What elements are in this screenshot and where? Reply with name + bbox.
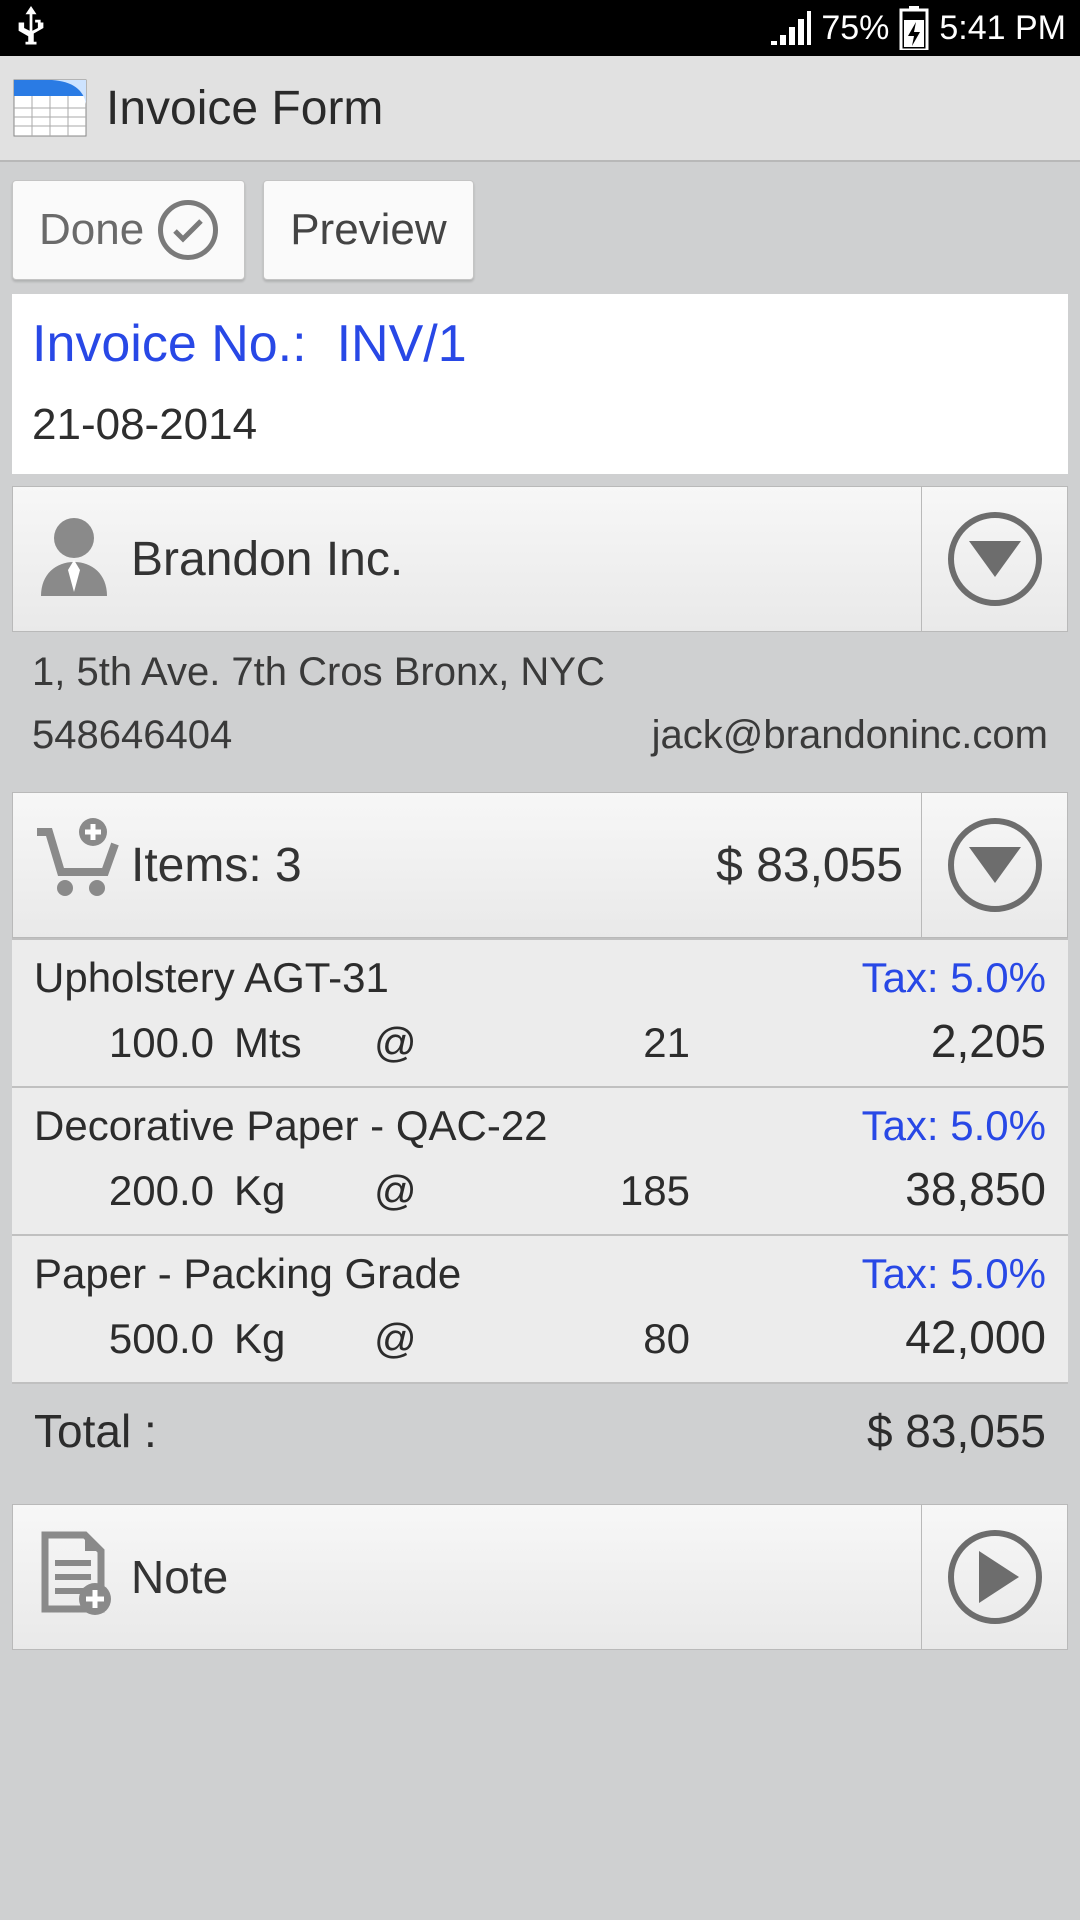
total-value: $ 83,055 [867,1404,1046,1458]
line-item[interactable]: Upholstery AGT-31 Tax: 5.0% 100.0Mts@212,2… [12,938,1068,1086]
customer-address: 1, 5th Ave. 7th Cros Bronx, NYC [32,650,1048,695]
customer-details: 1, 5th Ave. 7th Cros Bronx, NYC 54864640… [12,632,1068,780]
done-button[interactable]: Done [12,180,245,280]
customer-header: Brandon Inc. [12,486,1068,632]
item-unit: Kg [234,1315,374,1363]
item-tax: Tax: 5.0% [862,1250,1046,1298]
cart-add-icon [31,814,121,916]
battery-charging-icon [899,6,929,50]
play-icon [948,1530,1042,1624]
chevron-down-icon [948,818,1042,912]
note-add-icon [31,1527,117,1628]
line-item[interactable]: Decorative Paper - QAC-22 Tax: 5.0% 200.0K… [12,1086,1068,1234]
at-symbol: @ [374,1315,454,1363]
item-name: Upholstery AGT-31 [34,954,389,1002]
customer-phone: 548646404 [32,713,232,758]
status-bar: 75% 5:41 PM [0,0,1080,56]
items-count-label: Items: 3 [131,838,302,893]
check-icon [158,200,218,260]
note-expand-button[interactable] [922,1504,1068,1650]
customer-expand-button[interactable] [922,486,1068,632]
item-amount: 38,850 [750,1162,1046,1216]
item-rate: 21 [454,1019,750,1067]
app-title-bar: Invoice Form [0,56,1080,162]
item-unit: Kg [234,1167,374,1215]
note-label: Note [131,1550,228,1604]
item-tax: Tax: 5.0% [862,1102,1046,1150]
line-item[interactable]: Paper - Packing Grade Tax: 5.0% 500.0Kg@80… [12,1234,1068,1382]
usb-icon [14,6,48,50]
at-symbol: @ [374,1019,454,1067]
preview-label: Preview [290,205,447,255]
items-expand-button[interactable] [922,792,1068,938]
invoice-number: INV/1 [337,314,467,374]
total-label: Total : [34,1404,157,1458]
invoice-header-card[interactable]: Invoice No.: INV/1 21-08-2014 [12,294,1068,474]
item-name: Paper - Packing Grade [34,1250,461,1298]
item-amount: 42,000 [750,1310,1046,1364]
customer-name: Brandon Inc. [131,532,403,587]
action-row: Done Preview [0,162,1080,294]
customer-select[interactable]: Brandon Inc. [12,486,922,632]
item-rate: 80 [454,1315,750,1363]
at-symbol: @ [374,1167,454,1215]
signal-icon [771,11,811,45]
total-row: Total : $ 83,055 [12,1382,1068,1478]
item-qty: 200.0 [34,1167,234,1215]
invoice-date: 21-08-2014 [32,400,1048,450]
customer-email: jack@brandoninc.com [652,713,1048,758]
item-amount: 2,205 [750,1014,1046,1068]
chevron-down-icon [948,512,1042,606]
note-select[interactable]: Note [12,1504,922,1650]
app-icon [12,70,88,146]
item-name: Decorative Paper - QAC-22 [34,1102,548,1150]
items-summary[interactable]: Items: 3 $ 83,055 [12,792,922,938]
invoice-number-label: Invoice No.: [32,314,307,374]
battery-percent: 75% [821,9,889,48]
items-header: Items: 3 $ 83,055 [12,792,1068,938]
items-total: $ 83,055 [716,838,903,893]
item-unit: Mts [234,1019,374,1067]
item-rate: 185 [454,1167,750,1215]
status-time: 5:41 PM [939,9,1066,48]
item-qty: 100.0 [34,1019,234,1067]
done-label: Done [39,205,144,255]
person-icon [31,510,117,608]
item-qty: 500.0 [34,1315,234,1363]
note-header: Note [12,1504,1068,1650]
item-tax: Tax: 5.0% [862,954,1046,1002]
preview-button[interactable]: Preview [263,180,474,280]
page-title: Invoice Form [106,81,383,136]
